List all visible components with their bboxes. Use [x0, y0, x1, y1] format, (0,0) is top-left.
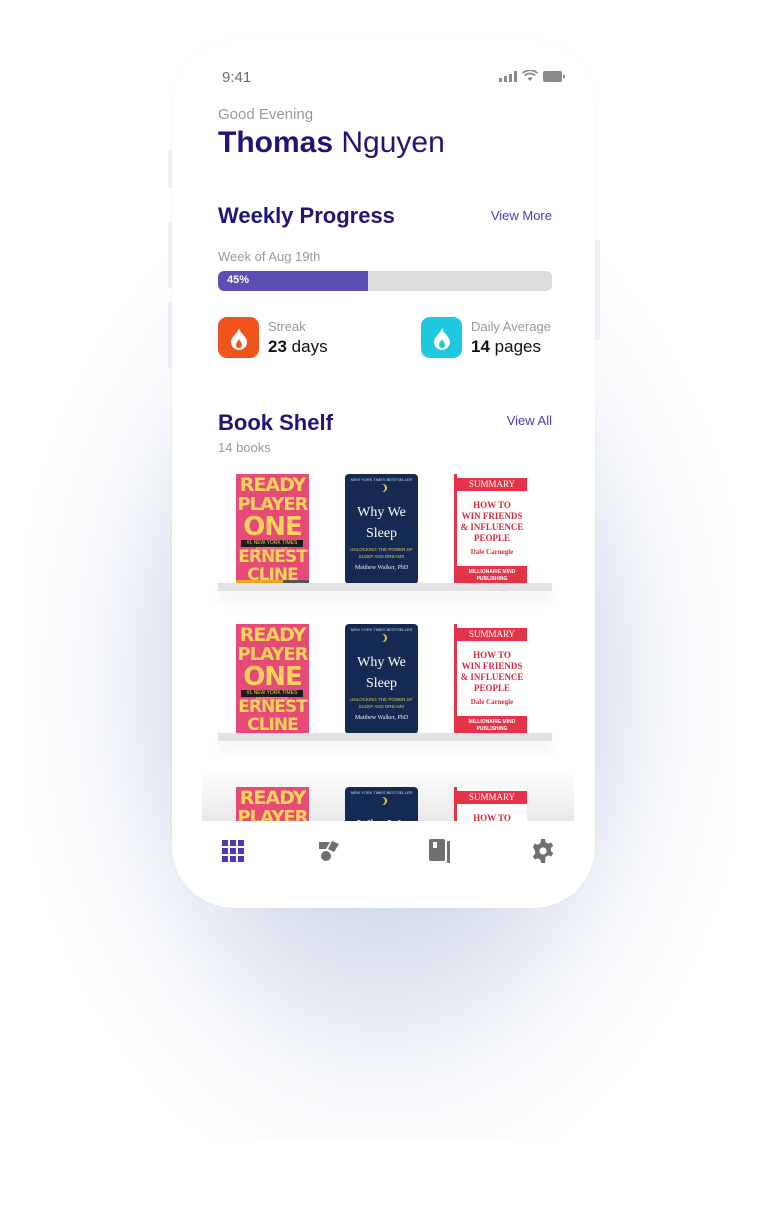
book-subtitle-line: SLEEP AND DREAMS: [358, 704, 405, 709]
streak-unit: days: [291, 337, 328, 356]
tab-settings[interactable]: [529, 837, 557, 865]
book-icon: [429, 839, 450, 863]
grid-icon: [222, 840, 244, 862]
book-publisher: MILLIONAIRE MIND PUBLISHING: [457, 566, 527, 584]
power-button: [595, 240, 600, 340]
daily-average-number: 14: [471, 337, 490, 356]
book-title-line: WIN FRIENDS: [461, 661, 523, 671]
battery-icon: [543, 70, 565, 82]
week-label: Week of Aug 19th: [218, 249, 321, 264]
book-summary-badge: SUMMARY: [457, 628, 527, 641]
book-title-line: Why We: [357, 655, 406, 670]
weekly-progress-title: Weekly Progress: [218, 203, 395, 228]
daily-average-drop-icon: [421, 317, 462, 358]
book-title-line: & INFLUENCE: [460, 522, 524, 532]
user-name: Thomas Nguyen: [218, 126, 445, 160]
book-title-line: Why We: [357, 505, 406, 520]
book-title-line: READY: [239, 787, 306, 809]
book-why-we-sleep[interactable]: NEW YORK TIMES BESTSELLER Why We Sleep U…: [345, 624, 418, 734]
book-title-line: Sleep: [365, 676, 398, 691]
book-title-line: HOW TO: [473, 500, 511, 510]
book-top-banner: NEW YORK TIMES BESTSELLER: [350, 627, 413, 632]
shelf-plank: [218, 733, 552, 741]
daily-average-unit: pages: [494, 337, 541, 356]
book-subtitle-line: UNLOCKING THE POWER OF: [350, 547, 413, 552]
status-icons: [499, 70, 565, 82]
book-subtitle-line: UNLOCKING THE POWER OF: [350, 697, 413, 702]
wifi-icon: [522, 70, 538, 81]
book-title-line: WIN FRIENDS: [461, 511, 523, 521]
publisher-line: MILLIONAIRE MIND: [468, 719, 516, 725]
book-how-to-win-friends[interactable]: SUMMARY HOW TO WIN FRIENDS & INFLUENCE P…: [454, 624, 527, 734]
book-publisher: MILLIONAIRE MIND PUBLISHING: [457, 716, 527, 734]
goals-icon: [319, 841, 339, 861]
book-shelf-title: Book Shelf: [218, 410, 333, 435]
user-first-name: Thomas: [218, 126, 334, 159]
books-count: 14 books: [218, 440, 271, 455]
progress-fill: 45%: [218, 271, 369, 291]
tab-goals[interactable]: [315, 837, 343, 865]
book-title-line: ONE: [243, 512, 303, 542]
book-title-line: READY: [239, 624, 306, 646]
book-title-line: & INFLUENCE: [460, 672, 524, 682]
phone-screen: 9:41 Good Evening Thomas Nguyen Weekly P…: [172, 40, 595, 908]
tab-library[interactable]: [426, 837, 454, 865]
shelf-plank: [218, 583, 552, 591]
tab-dashboard[interactable]: [219, 837, 247, 865]
signal-icon: [499, 70, 517, 82]
book-title-line: ONE: [243, 662, 303, 692]
book-author: Dale Carnegie: [470, 548, 514, 556]
book-subtitle-line: SLEEP AND DREAMS: [358, 554, 405, 559]
streak-value: 23 days: [268, 337, 328, 357]
book-top-banner: NEW YORK TIMES BESTSELLER: [350, 477, 413, 482]
greeting: Good Evening: [218, 106, 314, 123]
streak-flame-icon: [218, 317, 259, 358]
book-ready-player-one[interactable]: READY PLAYER ONE #1 NEW YORK TIMES BESTS…: [236, 474, 309, 584]
book-title-line: PEOPLE: [473, 683, 510, 693]
moon-icon: [377, 484, 385, 492]
status-time: 9:41: [222, 69, 252, 86]
book-badge: #1 NEW YORK TIMES BESTSELLER: [241, 690, 303, 703]
book-author-line: ERNEST: [238, 547, 307, 567]
publisher-line: PUBLISHING: [476, 576, 508, 582]
book-badge: #1 NEW YORK TIMES BESTSELLER: [241, 540, 303, 553]
book-author-line: CLINE: [247, 715, 298, 734]
book-author-line: ERNEST: [238, 697, 307, 717]
book-author: Matthew Walker, PhD: [354, 565, 409, 571]
book-why-we-sleep[interactable]: NEW YORK TIMES BESTSELLER Why We Sleep U…: [345, 474, 418, 584]
view-all-link[interactable]: View All: [507, 413, 552, 428]
moon-icon: [377, 634, 385, 642]
moon-icon: [377, 797, 385, 805]
book-author: Dale Carnegie: [470, 698, 514, 706]
book-title-line: HOW TO: [473, 650, 511, 660]
daily-average-label: Daily Average: [471, 319, 551, 334]
tab-bar: [172, 821, 595, 908]
book-ready-player-one[interactable]: READY PLAYER ONE #1 NEW YORK TIMES BESTS…: [236, 624, 309, 734]
book-top-banner: NEW YORK TIMES BESTSELLER: [350, 790, 413, 795]
daily-average-value: 14 pages: [471, 337, 541, 357]
book-how-to-win-friends[interactable]: SUMMARY HOW TO WIN FRIENDS & INFLUENCE P…: [454, 474, 527, 584]
book-author: Matthew Walker, PhD: [354, 715, 409, 721]
book-summary-badge: SUMMARY: [457, 478, 527, 491]
gear-icon: [532, 839, 554, 863]
book-title-line: Sleep: [365, 526, 398, 541]
publisher-line: MILLIONAIRE MIND: [468, 569, 516, 575]
weekly-progress-bar: 45%: [218, 271, 552, 291]
streak-label: Streak: [268, 319, 306, 334]
publisher-line: PUBLISHING: [476, 726, 508, 732]
streak-number: 23: [268, 337, 287, 356]
progress-label: 45%: [227, 274, 250, 286]
view-more-link[interactable]: View More: [491, 208, 552, 223]
book-title-line: READY: [239, 474, 306, 496]
book-title-line: PEOPLE: [473, 533, 510, 543]
book-summary-badge: SUMMARY: [457, 791, 527, 804]
user-last-name: Nguyen: [341, 126, 445, 159]
